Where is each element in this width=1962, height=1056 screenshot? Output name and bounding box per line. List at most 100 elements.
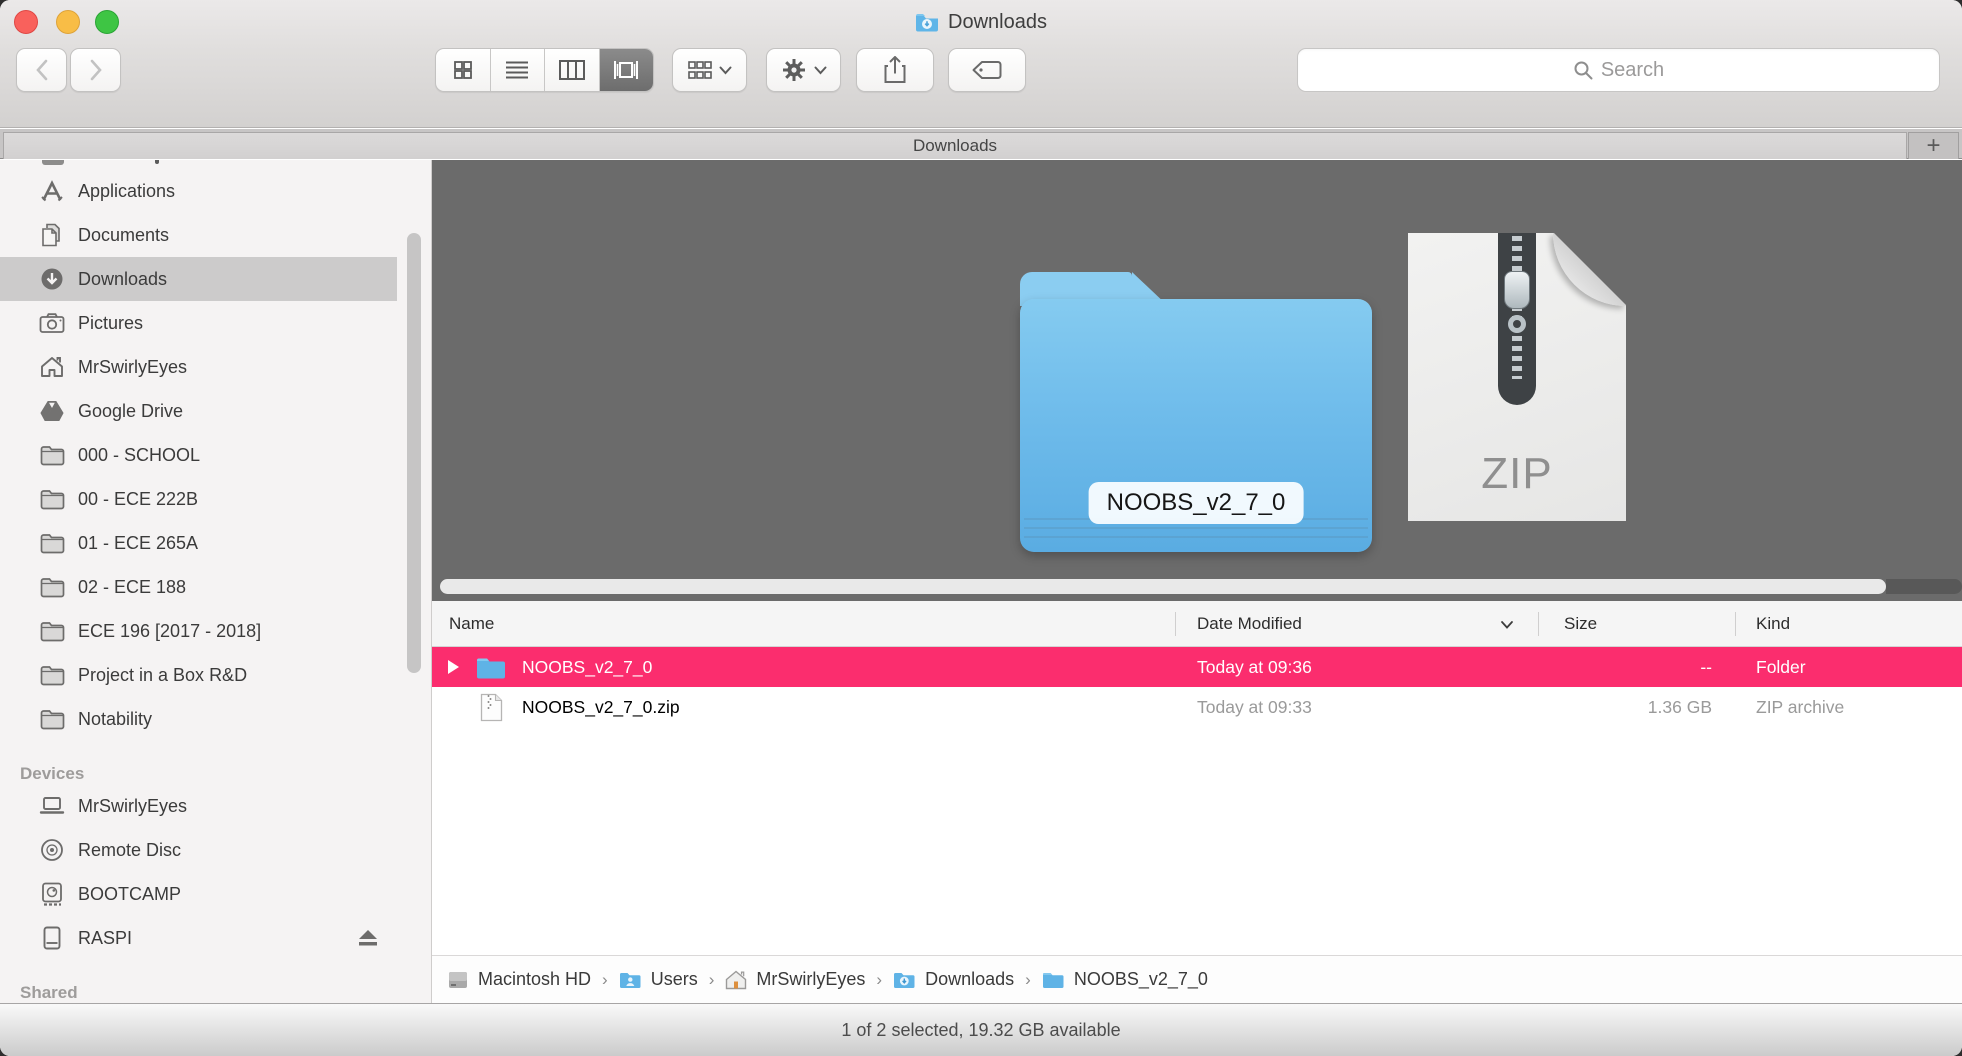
arrange-button[interactable] bbox=[672, 48, 747, 92]
downloads-folder-icon bbox=[893, 971, 916, 989]
path-item-downloads[interactable]: Downloads bbox=[893, 969, 1014, 990]
list-header: Name Date Modified Size Kind bbox=[432, 601, 1962, 647]
folder-icon bbox=[1042, 971, 1065, 989]
sidebar: Applications Documents Downloads Picture… bbox=[0, 160, 432, 1003]
coverflow-view-button[interactable] bbox=[600, 49, 654, 91]
status-bar: 1 of 2 selected, 19.32 GB available bbox=[0, 1003, 1962, 1056]
users-folder-icon bbox=[619, 971, 642, 989]
column-view-icon bbox=[559, 60, 585, 80]
sidebar-item-000-school[interactable]: 000 - SCHOOL bbox=[0, 433, 431, 477]
sidebar-item-00-ece-222b[interactable]: 00 - ECE 222B bbox=[0, 477, 431, 521]
search-input[interactable]: Search bbox=[1297, 48, 1940, 92]
column-header-kind[interactable]: Kind bbox=[1756, 601, 1790, 647]
sidebar-device-raspi[interactable]: RASPI bbox=[0, 916, 431, 960]
file-date: Today at 09:33 bbox=[1197, 687, 1312, 727]
search-placeholder: Search bbox=[1601, 59, 1664, 82]
file-name: NOOBS_v2_7_0 bbox=[522, 647, 652, 687]
forward-button[interactable] bbox=[70, 48, 121, 92]
tag-icon bbox=[972, 60, 1002, 80]
sidebar-item-label: Downloads bbox=[78, 269, 167, 290]
window-title: Downloads bbox=[0, 8, 1962, 36]
path-separator: › bbox=[698, 970, 726, 990]
sidebar-item-notability[interactable]: Notability bbox=[0, 697, 431, 741]
status-text: 1 of 2 selected, 19.32 GB available bbox=[841, 1020, 1120, 1041]
external-drive-icon bbox=[38, 926, 66, 950]
file-name: NOOBS_v2_7_0.zip bbox=[522, 687, 680, 727]
chevron-down-icon bbox=[814, 66, 827, 75]
path-item-mrswirlyeyes[interactable]: MrSwirlyEyes bbox=[725, 969, 865, 990]
path-item-noobs-folder[interactable]: NOOBS_v2_7_0 bbox=[1042, 969, 1208, 990]
finder-window: Downloads bbox=[0, 0, 1962, 1056]
coverflow-folder-label: NOOBS_v2_7_0 bbox=[1089, 482, 1304, 524]
path-item-users[interactable]: Users bbox=[619, 969, 698, 990]
path-separator: › bbox=[591, 970, 619, 990]
file-row-noobs-folder[interactable]: NOOBS_v2_7_0 Today at 09:36 -- Folder bbox=[432, 647, 1962, 687]
zip-file-icon bbox=[480, 687, 503, 727]
folder-icon bbox=[38, 533, 66, 554]
column-header-name[interactable]: Name bbox=[449, 601, 494, 647]
coverflow-folder-item[interactable]: NOOBS_v2_7_0 bbox=[1020, 272, 1372, 552]
eject-icon[interactable] bbox=[357, 929, 379, 947]
internal-drive-icon bbox=[38, 882, 66, 906]
column-header-size[interactable]: Size bbox=[1564, 601, 1597, 647]
view-switcher bbox=[435, 48, 654, 92]
disclosure-triangle-icon[interactable] bbox=[448, 660, 459, 674]
column-view-button[interactable] bbox=[545, 49, 600, 91]
downloads-icon bbox=[38, 267, 66, 291]
sidebar-item-downloads[interactable]: Downloads bbox=[0, 257, 397, 301]
coverflow-view-icon bbox=[612, 59, 640, 81]
sidebar-item-documents[interactable]: Documents bbox=[0, 213, 431, 257]
zip-label: ZIP bbox=[1408, 449, 1626, 499]
folder-icon bbox=[38, 709, 66, 730]
sidebar-device-bootcamp[interactable]: BOOTCAMP bbox=[0, 872, 431, 916]
hard-drive-icon bbox=[447, 970, 469, 990]
toolbar: Downloads bbox=[0, 0, 1962, 128]
sidebar-item-project-in-a-box[interactable]: Project in a Box R&D bbox=[0, 653, 431, 697]
tab-downloads[interactable]: Downloads bbox=[3, 132, 1907, 159]
path-item-macintosh-hd[interactable]: Macintosh HD bbox=[447, 969, 591, 990]
sidebar-device-mrswirlyeyes[interactable]: MrSwirlyEyes bbox=[0, 784, 431, 828]
action-menu-button[interactable] bbox=[766, 48, 841, 92]
sidebar-item-label: Applications bbox=[78, 181, 175, 202]
sidebar-item-ece-196[interactable]: ECE 196 [2017 - 2018] bbox=[0, 609, 431, 653]
sidebar-item-applications[interactable]: Applications bbox=[0, 169, 431, 213]
folder-icon bbox=[38, 445, 66, 466]
sidebar-item-pictures[interactable]: Pictures bbox=[0, 301, 431, 345]
sidebar-item-01-ece-265a[interactable]: 01 - ECE 265A bbox=[0, 521, 431, 565]
coverflow-horizontal-scrollbar[interactable] bbox=[440, 579, 1886, 594]
back-button[interactable] bbox=[16, 48, 67, 92]
coverflow-area: NOOBS_v2_7_0 ZIP bbox=[432, 160, 1962, 601]
coverflow-zip-item[interactable]: ZIP bbox=[1408, 233, 1626, 521]
sidebar-item-label: Remote Disc bbox=[78, 840, 181, 861]
sidebar-item-google-drive[interactable]: Google Drive bbox=[0, 389, 431, 433]
sidebar-section-shared: Shared bbox=[0, 973, 431, 1003]
sidebar-item-label: 000 - SCHOOL bbox=[78, 445, 200, 466]
chevron-left-icon bbox=[35, 59, 49, 81]
file-row-noobs-zip[interactable]: NOOBS_v2_7_0.zip Today at 09:33 1.36 GB … bbox=[432, 687, 1962, 727]
sidebar-scrollbar[interactable] bbox=[407, 233, 421, 673]
folder-icon bbox=[38, 489, 66, 510]
icon-view-button[interactable] bbox=[436, 49, 491, 91]
tab-bar: Downloads + bbox=[0, 129, 1962, 159]
sidebar-device-remote-disc[interactable]: Remote Disc bbox=[0, 828, 431, 872]
share-button[interactable] bbox=[856, 48, 934, 92]
share-icon bbox=[884, 56, 906, 84]
folder-icon bbox=[38, 621, 66, 642]
sidebar-item-home[interactable]: MrSwirlyEyes bbox=[0, 345, 431, 389]
google-drive-icon bbox=[38, 400, 66, 422]
sidebar-section-devices: Devices bbox=[0, 754, 431, 784]
gear-icon bbox=[781, 57, 807, 83]
home-icon bbox=[725, 970, 747, 990]
sidebar-item-label: Google Drive bbox=[78, 401, 183, 422]
search-icon bbox=[1573, 60, 1593, 80]
sidebar-item-02-ece-188[interactable]: 02 - ECE 188 bbox=[0, 565, 431, 609]
laptop-icon bbox=[38, 796, 66, 816]
column-header-date-modified[interactable]: Date Modified bbox=[1197, 601, 1302, 647]
tag-button[interactable] bbox=[948, 48, 1026, 92]
sidebar-item-label: Notability bbox=[78, 709, 152, 730]
folder-icon bbox=[38, 665, 66, 686]
new-tab-button[interactable]: + bbox=[1908, 132, 1959, 159]
sidebar-item-label: 00 - ECE 222B bbox=[78, 489, 198, 510]
folder-icon bbox=[38, 577, 66, 598]
list-view-button[interactable] bbox=[491, 49, 546, 91]
